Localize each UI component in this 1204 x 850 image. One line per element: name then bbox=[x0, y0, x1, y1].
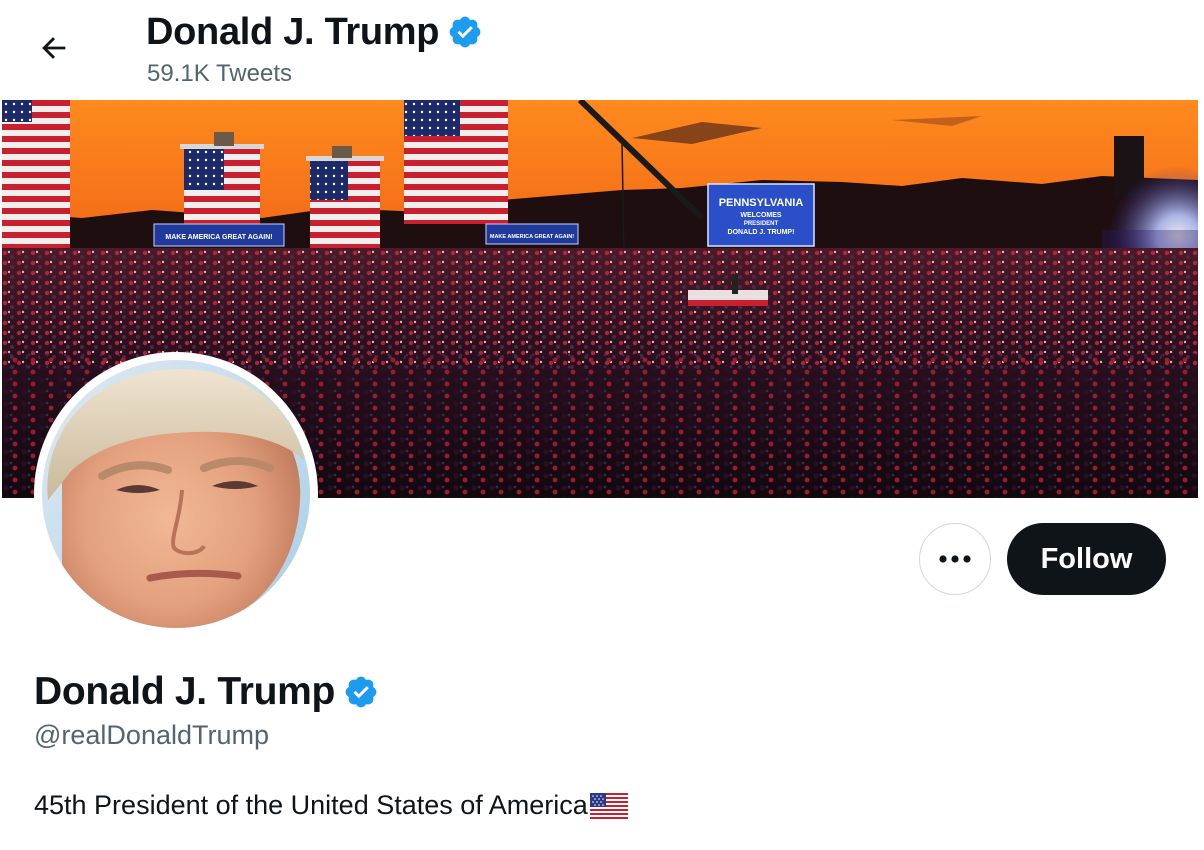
profile-handle: @realDonaldTrump bbox=[34, 720, 269, 750]
banner-sign-mid: MAKE AMERICA GREAT AGAIN! bbox=[490, 234, 574, 240]
banner-sign-left: MAKE AMERICA GREAT AGAIN! bbox=[165, 234, 272, 241]
billboard-line4: DONALD J. TRUMP! bbox=[728, 229, 795, 236]
profile-bio: 45th President of the United States of A… bbox=[34, 790, 628, 821]
us-flag-icon bbox=[589, 792, 628, 819]
profile-name-row: Donald J. Trump bbox=[34, 666, 379, 718]
flag-left-edge bbox=[2, 100, 70, 250]
flag-1 bbox=[180, 132, 264, 226]
billboard-line2: WELCOMES bbox=[740, 212, 782, 219]
profile-avatar[interactable] bbox=[34, 352, 318, 636]
arrow-left-icon bbox=[42, 37, 66, 59]
profile-page: Donald J. Trump 59.1K Tweets MAKE AMERIC… bbox=[0, 0, 1204, 850]
header-name: Donald J. Trump bbox=[146, 10, 440, 53]
profile-name: Donald J. Trump bbox=[34, 670, 336, 713]
follow-button[interactable]: Follow bbox=[1007, 523, 1166, 595]
more-options-button[interactable] bbox=[919, 523, 991, 595]
back-button[interactable] bbox=[28, 26, 80, 70]
flag-3 bbox=[404, 100, 508, 224]
billboard-line3: PRESIDENT bbox=[744, 221, 779, 227]
billboard-line1: PENNSYLVANIA bbox=[719, 197, 804, 209]
tweet-count: 59.1K Tweets bbox=[147, 60, 292, 87]
top-header: Donald J. Trump 59.1K Tweets bbox=[0, 0, 1204, 100]
verified-badge-icon bbox=[449, 16, 481, 48]
more-dots-icon bbox=[939, 555, 971, 563]
bio-text: 45th President of the United States of A… bbox=[34, 790, 588, 820]
verified-badge-icon bbox=[345, 676, 377, 708]
header-title: Donald J. Trump bbox=[146, 8, 483, 56]
